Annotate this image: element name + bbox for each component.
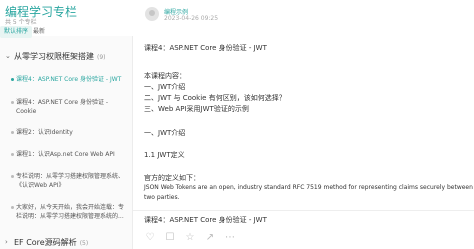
- list-item-label: 课程4：ASP.NET Core 身份验证 - JWT: [16, 76, 122, 83]
- group-label: 从零学习权限框架搭建 (9): [14, 52, 106, 61]
- sidebar-header: 编程学习专栏 共 5 个专栏 默认排序 最新: [0, 0, 133, 38]
- more-icon[interactable]: ⋯: [224, 232, 236, 244]
- group-permission-framework[interactable]: ⌄ 从零学习权限框架搭建 (9): [0, 50, 133, 64]
- bullet-icon: [11, 101, 14, 104]
- group-efcore[interactable]: › EF Core源码解析 (5): [0, 236, 133, 249]
- bullet-icon: [11, 153, 14, 156]
- subsection-heading: 1.1 JWT定义: [144, 151, 185, 159]
- list-item-label: 大家好，从今天开始，我会开始连载：专栏说明：从零学习搭建权限管理系统的...: [16, 204, 125, 220]
- favorite-icon[interactable]: ☆: [184, 232, 196, 244]
- list-item-cookie[interactable]: 课程4：ASP.NET Core 身份验证 - Cookie: [11, 98, 129, 116]
- sort-default-tab[interactable]: 默认排序: [0, 26, 33, 38]
- bullet-icon: [11, 175, 14, 178]
- comment-icon[interactable]: ☐: [164, 232, 176, 244]
- list-item-jwt[interactable]: 课程4：ASP.NET Core 身份验证 - JWT: [11, 75, 129, 84]
- contents-item: 三、Web API采用JWT验证的示例: [144, 105, 249, 113]
- column-count: 共 5 个专栏: [5, 19, 37, 26]
- definition-text: JSON Web Tokens are an open, industry st…: [144, 184, 473, 191]
- contents-label: 本课程内容：: [144, 72, 186, 80]
- list-item-intro[interactable]: 专栏说明：从零学习搭建权限管理系统、《认识Web API》: [11, 172, 129, 190]
- article-footer: 课程4：ASP.NET Core 身份验证 - JWT ♡ ☐ ☆ ↗ ⋯: [133, 210, 474, 249]
- article-panel: 编程示例 2023-04-26 09:25 课程4：ASP.NET Core 身…: [133, 0, 474, 249]
- article-title: 课程4：ASP.NET Core 身份验证 - JWT: [144, 44, 267, 52]
- like-icon[interactable]: ♡: [144, 232, 156, 244]
- list-item-welcome[interactable]: 大家好，从今天开始，我会开始连载：专栏说明：从零学习搭建权限管理系统的...: [11, 203, 129, 221]
- definition-text-cont: two parties.: [144, 194, 180, 201]
- list-item-label: 专栏说明：从零学习搭建权限管理系统、《认识Web API》: [16, 173, 125, 189]
- bullet-icon: [11, 78, 14, 81]
- footer-article-title[interactable]: 课程4：ASP.NET Core 身份验证 - JWT: [144, 215, 267, 225]
- list-item-identity[interactable]: 课程2：认识Identity: [11, 128, 129, 137]
- definition-label: 官方的定义如下：: [144, 174, 200, 182]
- avatar[interactable]: [145, 7, 159, 21]
- list-item-label: 课程4：ASP.NET Core 身份验证 - Cookie: [16, 99, 109, 115]
- section-heading: 一、JWT介绍: [144, 129, 186, 137]
- list-item-label: 课程2：认识Identity: [16, 129, 73, 136]
- bullet-icon: [11, 131, 14, 134]
- sidebar: 编程学习专栏 共 5 个专栏 默认排序 最新 ⌄ 从零学习权限框架搭建 (9) 课…: [0, 0, 133, 249]
- chevron-right-icon: ›: [5, 238, 8, 246]
- contents-item: 一、JWT介绍: [144, 83, 186, 91]
- action-bar: ♡ ☐ ☆ ↗ ⋯: [144, 232, 244, 246]
- group-label: EF Core源码解析 (5): [14, 238, 89, 247]
- list-item-label: 课程1：认识Asp.net Core Web API: [16, 151, 115, 158]
- share-icon[interactable]: ↗: [204, 232, 216, 244]
- chevron-down-icon: ⌄: [5, 52, 11, 60]
- publish-date: 2023-04-26 09:25: [164, 15, 219, 22]
- list-item-webapi[interactable]: 课程1：认识Asp.net Core Web API: [11, 150, 129, 159]
- contents-item: 二、JWT 与 Cookie 有何区别，该如何选择？: [144, 94, 286, 102]
- sort-latest-tab[interactable]: 最新: [31, 26, 47, 38]
- bullet-icon: [11, 206, 14, 209]
